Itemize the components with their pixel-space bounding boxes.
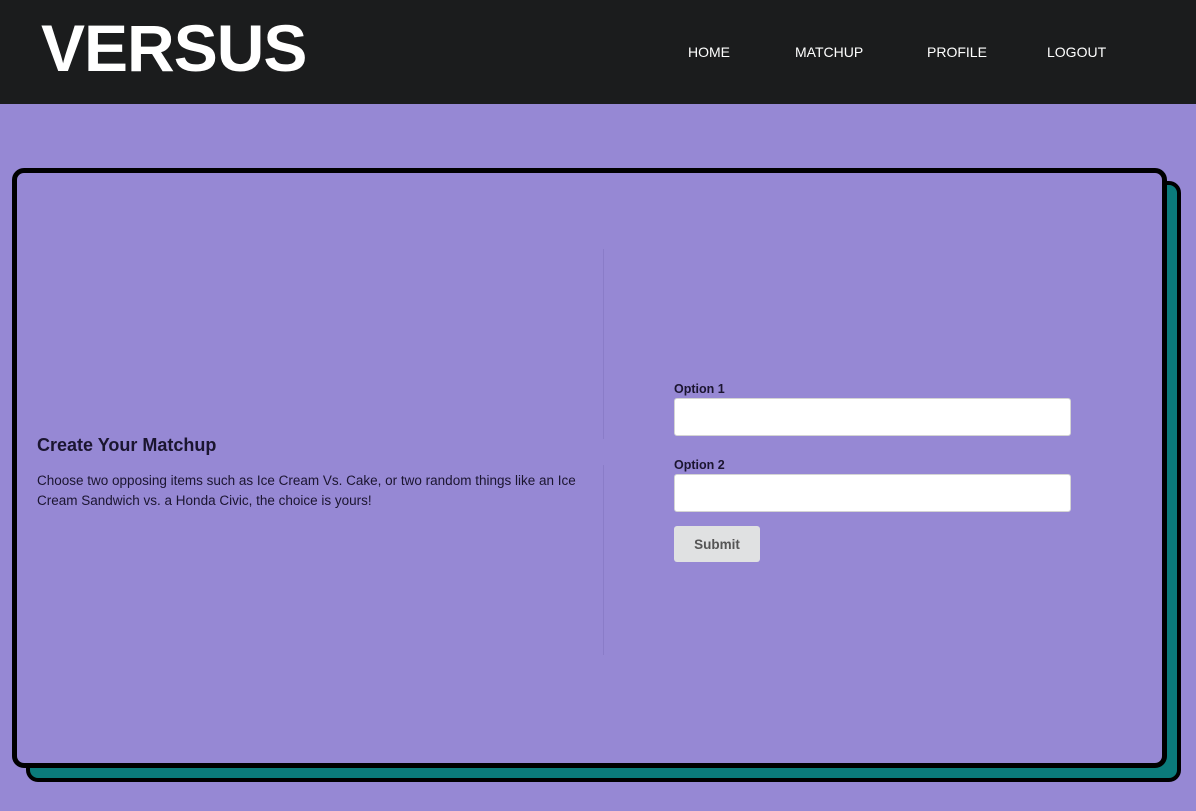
nav-profile-link[interactable]: PROFILE — [927, 43, 987, 61]
option1-input[interactable] — [674, 398, 1071, 436]
nav-home-link[interactable]: HOME — [688, 43, 730, 61]
vertical-divider-top — [603, 249, 604, 439]
intro-title: Create Your Matchup — [37, 435, 217, 455]
option2-input[interactable] — [674, 474, 1071, 512]
option1-label: Option 1 — [674, 382, 725, 396]
nav-logout-link[interactable]: LOGOUT — [1047, 43, 1106, 61]
top-navbar: VERSUS HOME MATCHUP PROFILE LOGOUT — [0, 0, 1196, 104]
nav-matchup-link[interactable]: MATCHUP — [795, 43, 863, 61]
vertical-divider-bottom — [603, 465, 604, 655]
intro-description: Choose two opposing items such as Ice Cr… — [37, 473, 576, 508]
create-matchup-card: Create Your Matchup Choose two opposing … — [12, 168, 1167, 768]
option2-label: Option 2 — [674, 458, 725, 472]
nav-menu: HOME MATCHUP PROFILE LOGOUT — [0, 43, 1196, 63]
submit-button[interactable]: Submit — [674, 526, 760, 562]
